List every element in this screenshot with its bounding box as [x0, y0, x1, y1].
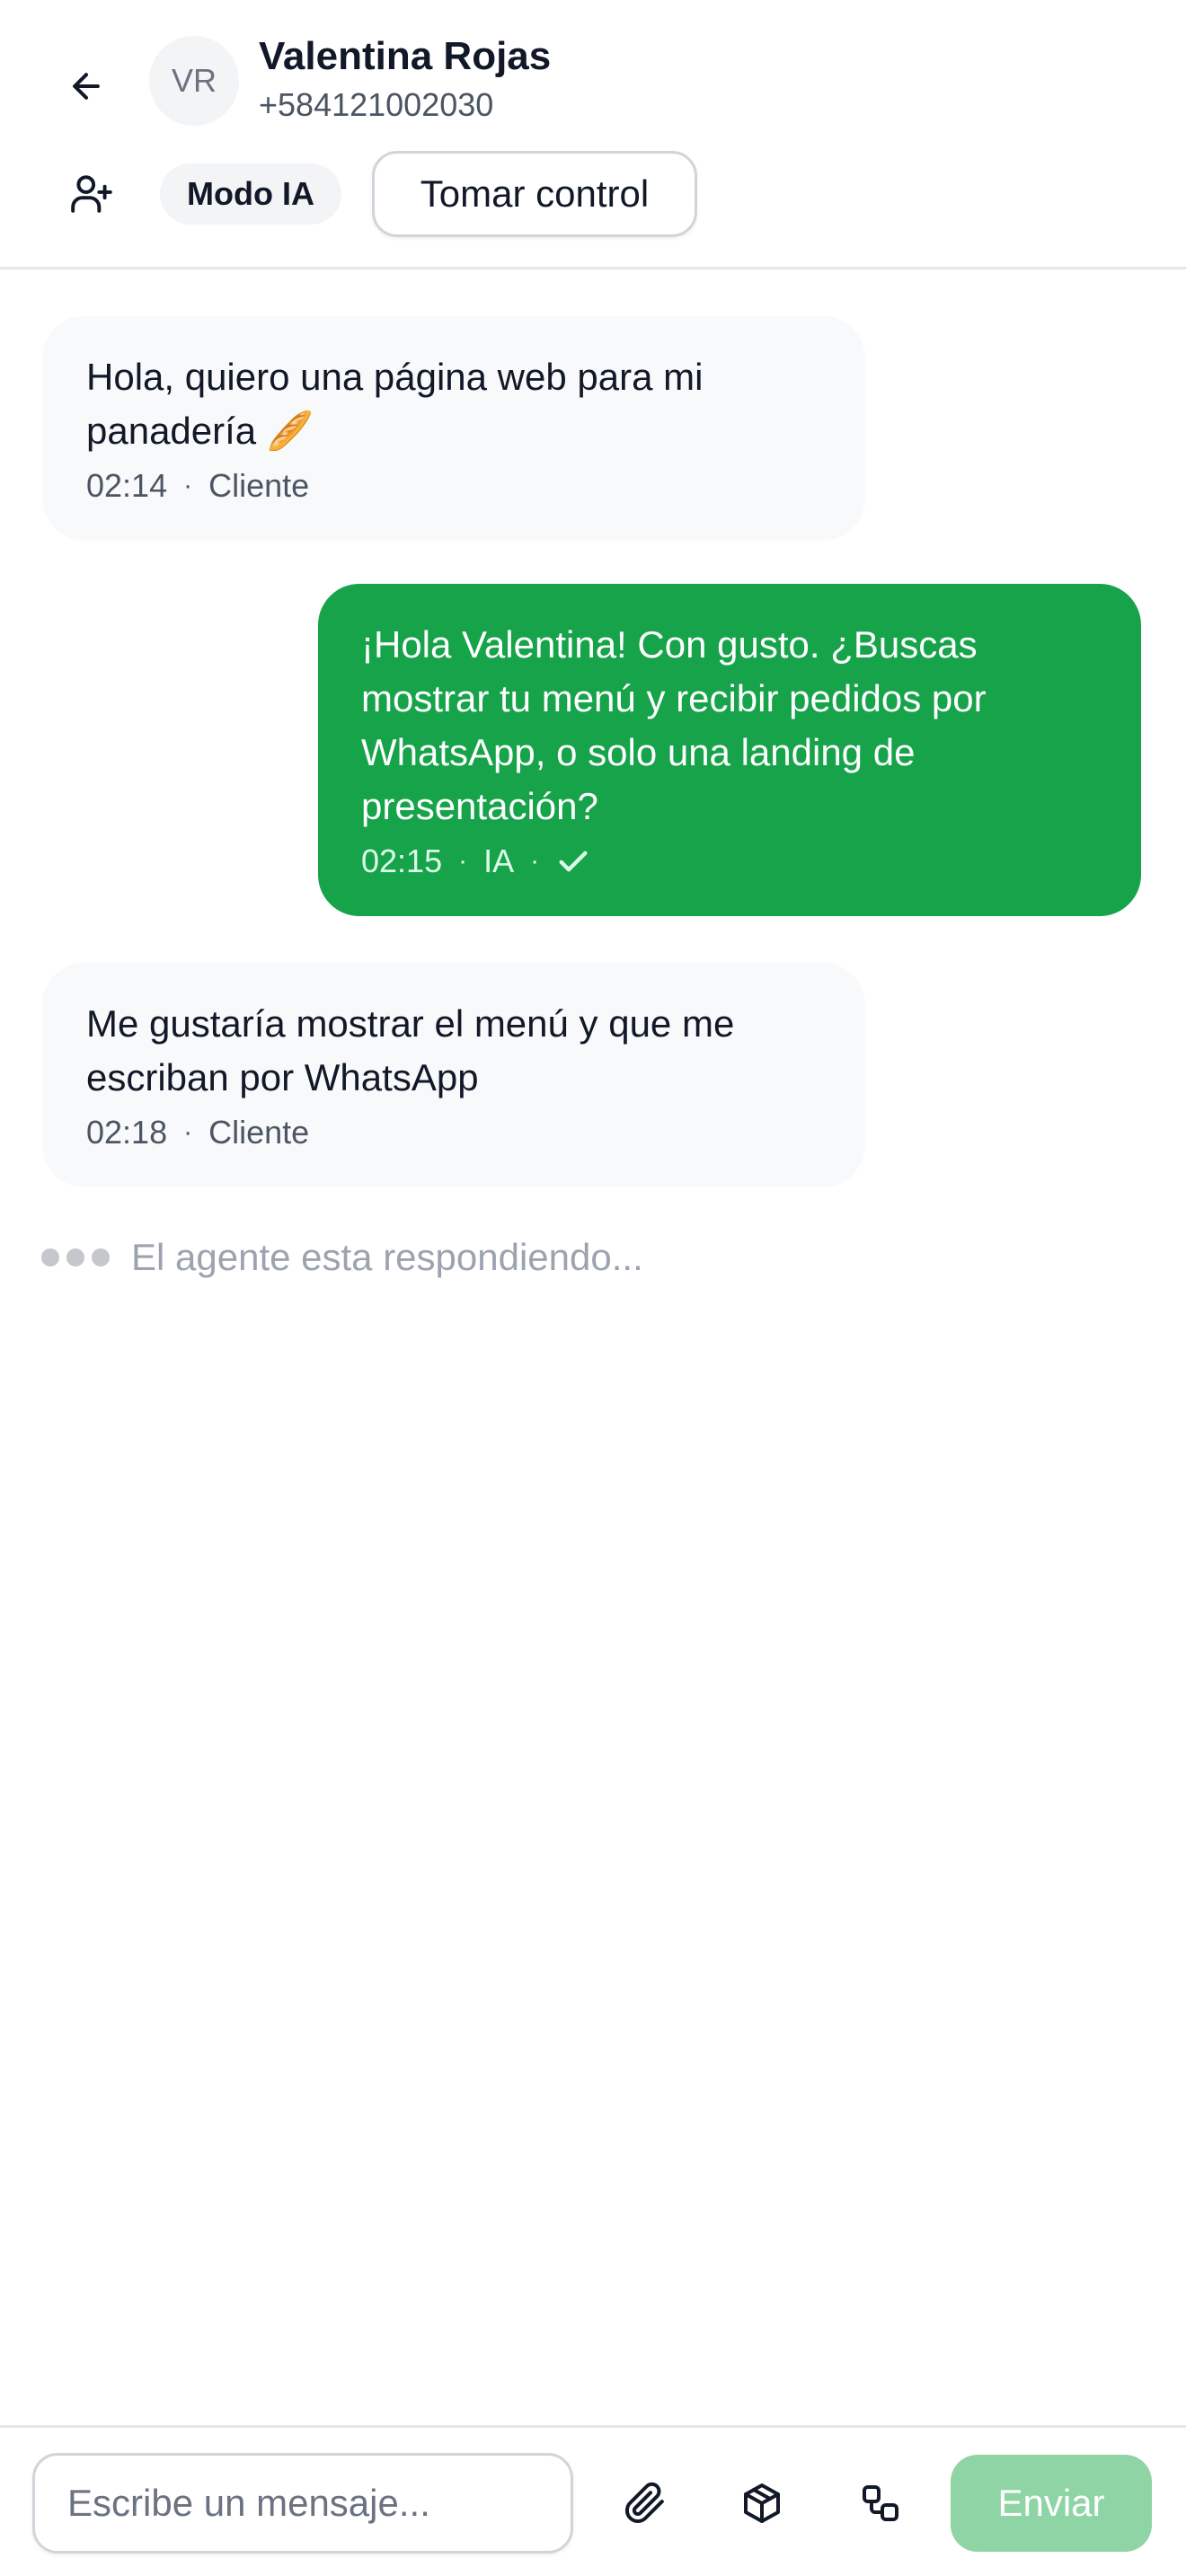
- meta-separator: ·: [183, 471, 193, 500]
- contact-name: Valentina Rojas: [259, 34, 552, 78]
- message-text: ¡Hola Valentina! Con gusto. ¿Buscas most…: [361, 623, 987, 827]
- paperclip-icon: [624, 2482, 664, 2523]
- check-icon: [559, 851, 588, 872]
- back-button[interactable]: [50, 50, 122, 122]
- package-icon: [744, 2483, 780, 2523]
- message-time: 02:15: [361, 842, 443, 879]
- attach-button[interactable]: [609, 2467, 681, 2539]
- message-meta: 02:14 · Cliente: [86, 467, 821, 505]
- message-meta: 02:15 · IA ·: [361, 842, 1098, 880]
- message-bubble-outgoing: ¡Hola Valentina! Con gusto. ¿Buscas most…: [318, 584, 1141, 916]
- message-time: 02:14: [86, 467, 168, 504]
- meta-separator: ·: [530, 846, 540, 876]
- message-sender: IA: [483, 842, 515, 879]
- arrow-left-icon: [73, 73, 100, 100]
- message-text: Me gustaría mostrar el menú y que me esc…: [86, 1002, 735, 1098]
- workflow-icon: [863, 2485, 898, 2521]
- assign-agent-button[interactable]: [59, 158, 124, 230]
- product-catalog-button[interactable]: [726, 2467, 798, 2539]
- meta-separator: ·: [458, 846, 468, 876]
- workflow-button[interactable]: [845, 2467, 916, 2539]
- meta-separator: ·: [183, 1117, 193, 1147]
- message-time: 02:18: [86, 1114, 168, 1151]
- message-composer: Enviar: [0, 2425, 1186, 2576]
- chat-screen: VR Valentina Rojas +584121002030 Modo IA…: [0, 0, 1186, 2576]
- take-control-button[interactable]: Tomar control: [372, 151, 697, 237]
- message-text: Hola, quiero una página web para mi pana…: [86, 356, 704, 452]
- message-sender: Cliente: [208, 1114, 310, 1151]
- user-plus-icon: [71, 175, 112, 213]
- message-sender: Cliente: [208, 467, 310, 504]
- send-button[interactable]: Enviar: [951, 2455, 1152, 2552]
- mode-ia-badge[interactable]: Modo IA: [160, 163, 341, 225]
- avatar: VR: [149, 36, 239, 126]
- typing-dots-icon: [41, 1248, 110, 1266]
- typing-indicator-text: El agente esta respondiendo...: [131, 1236, 643, 1278]
- message-bubble-incoming: Hola, quiero una página web para mi pana…: [43, 316, 864, 539]
- chat-header: VR Valentina Rojas +584121002030 Modo IA…: [0, 0, 1186, 269]
- message-bubble-incoming: Me gustaría mostrar el menú y que me esc…: [43, 963, 864, 1186]
- message-meta: 02:18 · Cliente: [86, 1114, 821, 1151]
- contact-phone: +584121002030: [259, 86, 494, 123]
- message-input[interactable]: [32, 2453, 573, 2554]
- typing-indicator: El agente esta respondiendo...: [41, 1236, 643, 1279]
